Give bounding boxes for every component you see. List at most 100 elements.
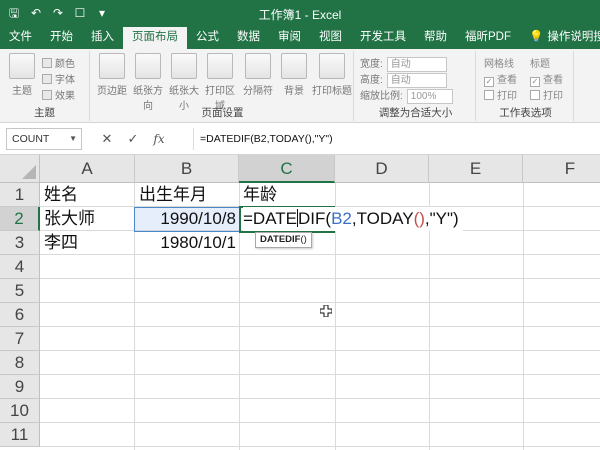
print-titles-button[interactable]: 打印标题 bbox=[312, 53, 352, 97]
title-bar: 🖫 ↶ ↷ ☐ ▾ 工作簿1 - Excel bbox=[0, 0, 600, 27]
width-select[interactable]: 自动 bbox=[386, 56, 447, 72]
gridlines-print-checkbox[interactable]: 打印 bbox=[484, 87, 517, 102]
headings-view-checkbox[interactable]: ✓ 查看 bbox=[530, 71, 563, 87]
check-icon: ✓ bbox=[530, 77, 540, 87]
cell-b2[interactable]: 1990/10/8 bbox=[135, 207, 239, 231]
background-button[interactable]: 背景 bbox=[276, 53, 312, 97]
column-header-c[interactable]: C bbox=[239, 155, 335, 183]
ribbon-tabs: 文件 开始 插入 页面布局 公式 数据 审阅 视图 开发工具 帮助 福昕PDF … bbox=[0, 27, 600, 49]
tab-insert[interactable]: 插入 bbox=[82, 27, 123, 49]
tab-formulas[interactable]: 公式 bbox=[187, 27, 228, 49]
cell-a3[interactable]: 李四 bbox=[40, 231, 135, 255]
theme-group: 主题 颜色 字体 效果 主题 bbox=[0, 51, 90, 121]
cell-a1[interactable]: 姓名 bbox=[40, 183, 135, 207]
row-header-3[interactable]: 3 bbox=[0, 231, 40, 255]
lightbulb-icon: 💡 bbox=[529, 31, 544, 43]
grid-line bbox=[40, 374, 600, 375]
row-header-9[interactable]: 9 bbox=[0, 375, 40, 399]
ribbon: 主题 颜色 字体 效果 主题 页边距 纸张方向 纸张大小 打印区域 分隔符 背景… bbox=[0, 49, 600, 123]
row-header-4[interactable]: 4 bbox=[0, 255, 40, 279]
cell-reference-b2: B2 bbox=[331, 209, 352, 228]
print-area-icon bbox=[207, 53, 233, 79]
print-area-button[interactable]: 打印区域 bbox=[202, 53, 238, 112]
row-header-2[interactable]: 2 bbox=[0, 207, 40, 231]
size-button[interactable]: 纸张大小 bbox=[166, 53, 202, 112]
window-title: 工作簿1 - Excel bbox=[258, 8, 342, 22]
grid-line bbox=[40, 278, 600, 279]
check-icon: ✓ bbox=[484, 77, 494, 87]
formula-input[interactable]: =DATEDIF(B2,TODAY(),"Y") bbox=[193, 128, 596, 150]
grid-line bbox=[40, 326, 600, 327]
group-label: 主题 bbox=[34, 107, 55, 119]
row-header-1[interactable]: 1 bbox=[0, 183, 40, 207]
height-select[interactable]: 自动 bbox=[386, 72, 447, 88]
tab-view[interactable]: 视图 bbox=[310, 27, 351, 49]
cell-b3[interactable]: 1980/10/1 bbox=[135, 231, 239, 255]
grid-line bbox=[40, 422, 600, 423]
in-cell-editor[interactable]: =DATEDIF(B2,TODAY(),"Y") bbox=[243, 207, 463, 231]
margins-icon bbox=[99, 53, 125, 79]
insert-function-icon[interactable]: fx bbox=[152, 132, 166, 146]
name-box[interactable]: COUNT ▼ bbox=[6, 128, 82, 150]
grid-line bbox=[40, 398, 600, 399]
breaks-button[interactable]: 分隔符 bbox=[240, 53, 276, 97]
orientation-icon bbox=[135, 53, 161, 79]
scale-input[interactable]: 100% bbox=[406, 88, 453, 104]
tab-home[interactable]: 开始 bbox=[41, 27, 82, 49]
paper-size-icon bbox=[171, 53, 197, 79]
column-header-b[interactable]: B bbox=[135, 155, 239, 183]
cell-c1[interactable]: 年龄 bbox=[239, 183, 335, 207]
column-header-e[interactable]: E bbox=[429, 155, 523, 183]
themes-icon bbox=[9, 53, 35, 79]
fonts-button[interactable]: 字体 bbox=[42, 71, 75, 86]
row-header-6[interactable]: 6 bbox=[0, 303, 40, 327]
colors-icon bbox=[42, 58, 52, 68]
row-header-10[interactable]: 10 bbox=[0, 399, 40, 423]
gridlines-heading: 网格线 bbox=[484, 59, 514, 70]
row-header-11[interactable]: 11 bbox=[0, 423, 40, 447]
print-titles-icon bbox=[319, 53, 345, 79]
group-label: 工作表选项 bbox=[499, 107, 552, 119]
width-field: 宽度: 自动 bbox=[360, 55, 447, 72]
enter-icon[interactable]: ✓ bbox=[126, 131, 140, 147]
tab-data[interactable]: 数据 bbox=[228, 27, 269, 49]
orientation-button[interactable]: 纸张方向 bbox=[130, 53, 166, 112]
row-header-7[interactable]: 7 bbox=[0, 327, 40, 351]
tab-foxit-pdf[interactable]: 福昕PDF bbox=[456, 27, 520, 49]
themes-button[interactable]: 主题 bbox=[4, 53, 40, 97]
tab-file[interactable]: 文件 bbox=[0, 27, 41, 49]
tab-tell-me[interactable]: 💡操作说明搜索 bbox=[520, 27, 600, 49]
select-all-button[interactable] bbox=[0, 155, 40, 183]
grid-line bbox=[40, 350, 600, 351]
column-header-f[interactable]: F bbox=[523, 155, 600, 183]
tab-page-layout[interactable]: 页面布局 bbox=[123, 27, 187, 49]
cancel-icon[interactable]: ✕ bbox=[100, 131, 114, 147]
row-header-5[interactable]: 5 bbox=[0, 279, 40, 303]
formula-buttons: ✕ ✓ fx bbox=[100, 128, 166, 150]
row-header-8[interactable]: 8 bbox=[0, 351, 40, 375]
sheet-options-group: 网格线 标题 ✓ 查看 ✓ 查看 打印 打印 工作表选项 bbox=[478, 51, 574, 121]
grid-line bbox=[40, 446, 600, 447]
cell-a2[interactable]: 张大师 bbox=[40, 207, 135, 231]
cell-b1[interactable]: 出生年月 bbox=[135, 183, 239, 207]
group-label: 页面设置 bbox=[201, 107, 244, 119]
fonts-icon bbox=[42, 74, 52, 84]
gridlines-view-checkbox[interactable]: ✓ 查看 bbox=[484, 71, 517, 87]
effects-button[interactable]: 效果 bbox=[42, 87, 75, 102]
chevron-down-icon[interactable]: ▼ bbox=[69, 129, 77, 149]
worksheet-grid[interactable]: A B C D E F 1 2 3 4 5 6 7 8 9 10 11 姓名 出… bbox=[0, 155, 600, 450]
tab-review[interactable]: 审阅 bbox=[269, 27, 310, 49]
tab-help[interactable]: 帮助 bbox=[415, 27, 456, 49]
column-header-a[interactable]: A bbox=[40, 155, 135, 183]
grid-line bbox=[523, 183, 524, 450]
headings-print-checkbox[interactable]: 打印 bbox=[530, 87, 563, 102]
colors-button[interactable]: 颜色 bbox=[42, 55, 75, 70]
headings-heading: 标题 bbox=[530, 59, 550, 70]
tab-developer[interactable]: 开发工具 bbox=[351, 27, 415, 49]
function-tooltip[interactable]: DATEDIF() bbox=[255, 232, 312, 248]
height-field: 高度: 自动 bbox=[360, 71, 447, 88]
column-header-d[interactable]: D bbox=[335, 155, 429, 183]
scale-field: 缩放比例: 100% bbox=[360, 87, 453, 104]
margins-button[interactable]: 页边距 bbox=[94, 53, 130, 97]
page-setup-group: 页边距 纸张方向 纸张大小 打印区域 分隔符 背景 打印标题 页面设置 bbox=[92, 51, 354, 121]
